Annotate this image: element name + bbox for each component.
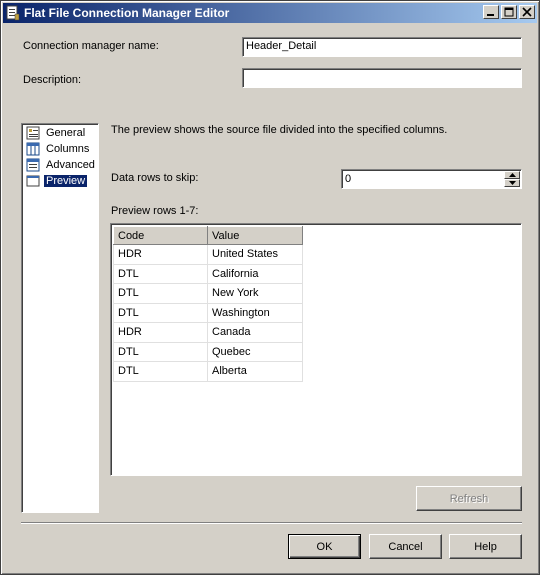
preview-intro-text: The preview shows the source file divide… (111, 124, 448, 136)
table-cell: HDR (113, 244, 208, 265)
table-row: HDR United States (113, 244, 303, 265)
table-cell: Quebec (207, 341, 303, 362)
table-cell: California (207, 263, 303, 284)
skip-rows-spinner[interactable]: 0 (341, 169, 522, 189)
nav-item-general[interactable]: General (26, 125, 87, 141)
table-row: DTL Quebec (113, 341, 303, 362)
nav-item-advanced[interactable]: Advanced (26, 157, 97, 173)
table-cell: Washington (207, 302, 303, 323)
table-cell: DTL (113, 263, 208, 284)
table-cell: DTL (113, 302, 208, 323)
maximize-icon (504, 7, 514, 17)
table-cell: New York (207, 283, 303, 304)
connection-name-label: Connection manager name: (23, 40, 159, 52)
spin-up-button[interactable] (504, 171, 520, 179)
nav-item-label: Preview (44, 175, 88, 187)
spin-down-button[interactable] (504, 179, 520, 187)
description-label: Description: (23, 74, 82, 86)
table-row: DTL California (113, 263, 303, 284)
minimize-icon (487, 14, 494, 16)
connection-name-input[interactable]: Header_Detail (242, 37, 522, 57)
maximize-button[interactable] (501, 5, 517, 19)
table-row: DTL Washington (113, 302, 303, 323)
close-button[interactable] (519, 5, 535, 19)
minimize-button[interactable] (483, 5, 499, 19)
dialog-window: Flat File Connection Manager Editor Conn… (0, 0, 540, 575)
table-row: DTL Alberta (113, 361, 303, 382)
nav-item-label: Advanced (46, 159, 95, 171)
divider (21, 522, 522, 524)
table-cell: HDR (113, 322, 208, 343)
cancel-button[interactable]: Cancel (369, 534, 442, 559)
title-bar[interactable]: Flat File Connection Manager Editor (3, 3, 537, 23)
nav-item-preview[interactable]: Preview (26, 173, 88, 189)
table-cell: Canada (207, 322, 303, 343)
preview-table: Code Value HDR United States DTL Californi… (113, 226, 303, 382)
refresh-button-label: Refresh (449, 492, 489, 505)
columns-icon (26, 142, 40, 156)
column-header-code[interactable]: Code (113, 226, 208, 245)
help-button[interactable]: Help (449, 534, 522, 559)
table-cell: DTL (113, 341, 208, 362)
cancel-button-label: Cancel (388, 540, 423, 553)
table-cell: Alberta (207, 361, 303, 382)
refresh-button[interactable]: Refresh (416, 486, 522, 511)
nav-list[interactable]: General Columns Advanced Preview (21, 123, 99, 513)
file-connection-icon (6, 5, 20, 21)
column-header-value[interactable]: Value (207, 226, 303, 245)
skip-rows-value: 0 (345, 173, 352, 185)
table-row: HDR Canada (113, 322, 303, 343)
preview-icon (26, 175, 40, 187)
window-title: Flat File Connection Manager Editor (24, 6, 230, 20)
preview-rows-label: Preview rows 1-7: (111, 205, 199, 217)
skip-rows-label: Data rows to skip: (111, 172, 199, 184)
nav-item-label: Columns (46, 143, 90, 155)
table-cell: DTL (113, 283, 208, 304)
description-input[interactable] (242, 68, 522, 88)
table-cell: United States (207, 244, 303, 265)
nav-item-columns[interactable]: Columns (26, 141, 91, 157)
table-cell: DTL (113, 361, 208, 382)
close-icon (522, 7, 532, 17)
arrow-down-icon (509, 181, 516, 185)
general-icon (26, 126, 40, 140)
arrow-up-icon (509, 173, 516, 177)
ok-button-label: OK (316, 540, 333, 553)
help-button-label: Help (474, 540, 497, 553)
nav-item-label: General (46, 127, 86, 139)
ok-button[interactable]: OK (288, 534, 361, 559)
advanced-icon (26, 158, 40, 172)
table-row: DTL New York (113, 283, 303, 304)
preview-grid[interactable]: Code Value HDR United States DTL Californi… (110, 223, 522, 476)
